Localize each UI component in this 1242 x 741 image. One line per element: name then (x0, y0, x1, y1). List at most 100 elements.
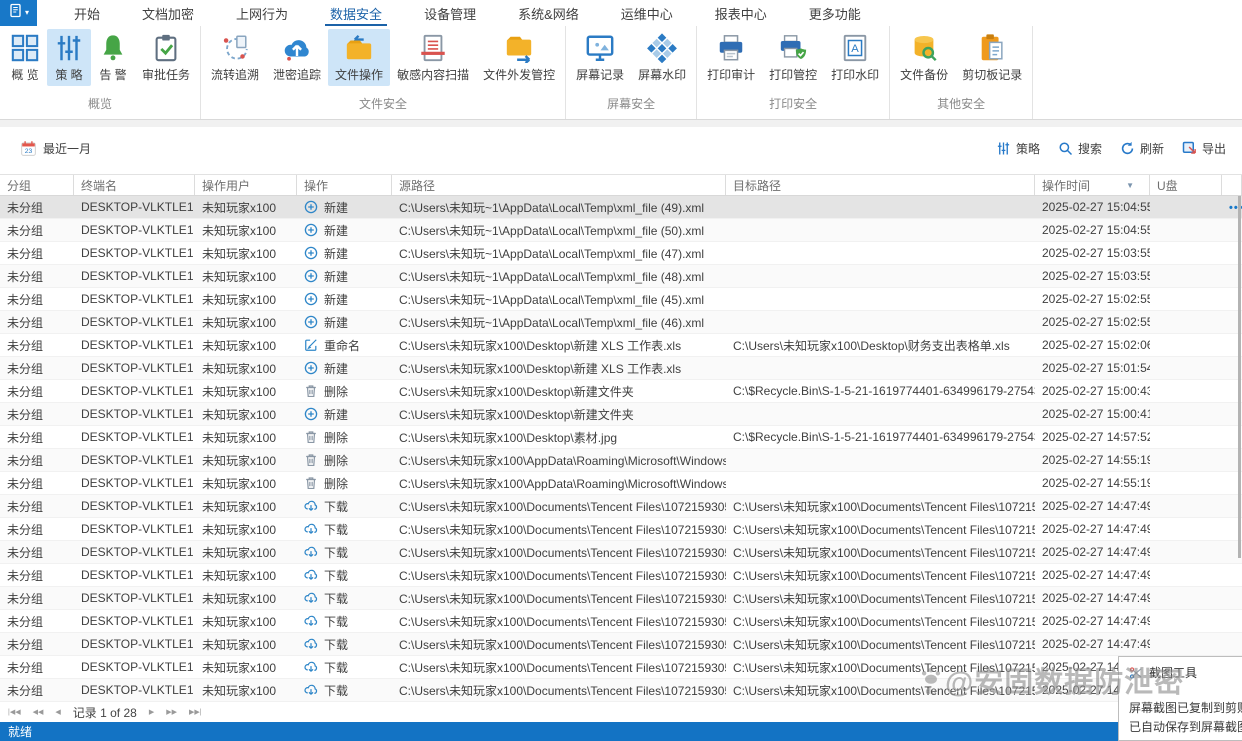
column-header-terminal[interactable]: 终端名 (74, 175, 195, 195)
ribbon: 概 览策 略告 警审批任务概览流转追溯泄密追踪文件操作敏感内容扫描文件外发管控文… (0, 26, 1242, 120)
pager-prev-0[interactable]: |◀◀ (8, 708, 21, 716)
cloud-down-icon (304, 499, 318, 513)
table-row[interactable]: 未分组DESKTOP-VLKTLE1未知玩家x100新建C:\Users\未知玩… (0, 242, 1242, 265)
vertical-scrollbar[interactable] (1238, 196, 1241, 558)
tab-1[interactable]: 文档加密 (121, 0, 215, 26)
pager-prev-1[interactable]: ◀◀ (33, 708, 44, 716)
table-row[interactable]: 未分组DESKTOP-VLKTLE1未知玩家x100新建C:\Users\未知玩… (0, 403, 1242, 426)
pager-next-1[interactable]: ▶▶ (166, 708, 177, 716)
tabs: 开始文档加密上网行为数据安全设备管理系统&网络运维中心报表中心更多功能 (53, 0, 882, 26)
column-header-time[interactable]: 操作时间▼ (1035, 175, 1150, 195)
ribbon-button-file-backup[interactable]: 文件备份 (893, 29, 955, 86)
table-row[interactable]: 未分组DESKTOP-VLKTLE1未知玩家x100删除C:\Users\未知玩… (0, 380, 1242, 403)
ribbon-button-print-control[interactable]: 打印管控 (762, 29, 824, 86)
table-row[interactable]: 未分组DESKTOP-VLKTLE1未知玩家x100删除C:\Users\未知玩… (0, 449, 1242, 472)
tab-3[interactable]: 数据安全 (309, 0, 403, 26)
table-row[interactable]: 未分组DESKTOP-VLKTLE1未知玩家x100新建C:\Users\未知玩… (0, 311, 1242, 334)
tab-7[interactable]: 报表中心 (694, 0, 788, 26)
status-text: 就绪 (8, 723, 32, 740)
toolbar-button-search[interactable]: 搜索 (1058, 140, 1102, 157)
cell-source: C:\Users\未知玩家x100\Desktop\新建 XLS 工作表.xls (392, 360, 726, 377)
cell-operation: 新建 (297, 245, 392, 262)
toolbar-button-export[interactable]: 导出 (1182, 140, 1226, 157)
column-header-usb[interactable]: U盘 (1150, 175, 1222, 195)
cell-group: 未分组 (0, 314, 74, 331)
table-row[interactable]: 未分组DESKTOP-VLKTLE1未知玩家x100新建C:\Users\未知玩… (0, 288, 1242, 311)
operation-label: 下载 (324, 544, 348, 561)
table-row[interactable]: 未分组DESKTOP-VLKTLE1未知玩家x100下载C:\Users\未知玩… (0, 587, 1242, 610)
table-row[interactable]: 未分组DESKTOP-VLKTLE1未知玩家x100删除C:\Users\未知玩… (0, 426, 1242, 449)
ribbon-button-screen-watermark[interactable]: 屏幕水印 (631, 29, 693, 86)
app-menu-button[interactable]: ▾ (0, 0, 37, 26)
ribbon-button-print-audit[interactable]: 打印审计 (700, 29, 762, 86)
ribbon-button-file-operations[interactable]: 文件操作 (328, 29, 390, 86)
table-row[interactable]: 未分组DESKTOP-VLKTLE1未知玩家x100新建C:\Users\未知玩… (0, 357, 1242, 380)
column-header-target[interactable]: 目标路径 (726, 175, 1035, 195)
pager-prev-2[interactable]: ◀ (55, 708, 60, 716)
tab-8[interactable]: 更多功能 (788, 0, 882, 26)
ribbon-button-approval-clipboard[interactable]: 审批任务 (135, 29, 197, 86)
ribbon-button-label: 打印水印 (831, 66, 879, 83)
column-header-label: 分组 (7, 177, 31, 194)
ribbon-button-label: 屏幕记录 (576, 66, 624, 83)
table-row[interactable]: 未分组DESKTOP-VLKTLE1未知玩家x100新建C:\Users\未知玩… (0, 219, 1242, 242)
plus-circle-icon (304, 269, 318, 283)
table-row[interactable]: 未分组DESKTOP-VLKTLE1未知玩家x100下载C:\Users\未知玩… (0, 564, 1242, 587)
ribbon-button-policy-sliders[interactable]: 策 略 (47, 29, 91, 86)
cell-source: C:\Users\未知玩家x100\Documents\Tencent File… (392, 659, 726, 676)
table-row[interactable]: 未分组DESKTOP-VLKTLE1未知玩家x100新建C:\Users\未知玩… (0, 196, 1242, 219)
cell-group: 未分组 (0, 268, 74, 285)
cell-operation: 新建 (297, 360, 392, 377)
ribbon-button-overview-grid[interactable]: 概 览 (3, 29, 47, 86)
table-row[interactable]: 未分组DESKTOP-VLKTLE1未知玩家x100删除C:\Users\未知玩… (0, 472, 1242, 495)
ribbon-button-screen-record[interactable]: 屏幕记录 (569, 29, 631, 86)
ribbon-button-alert-bell[interactable]: 告 警 (91, 29, 135, 86)
table-row[interactable]: 未分组DESKTOP-VLKTLE1未知玩家x100下载C:\Users\未知玩… (0, 679, 1242, 702)
ribbon-button-file-outgoing[interactable]: 文件外发管控 (476, 29, 562, 86)
cell-operation: 新建 (297, 314, 392, 331)
cell-target: C:\Users\未知玩家x100\Documents\Tencent File… (726, 659, 1035, 676)
cloud-down-icon (304, 683, 318, 697)
tab-2[interactable]: 上网行为 (215, 0, 309, 26)
ribbon-button-clipboard-record[interactable]: 剪切板记录 (955, 29, 1029, 86)
ribbon-button-print-watermark[interactable]: A打印水印 (824, 29, 886, 86)
ribbon-group-label: 其他安全 (893, 93, 1029, 119)
table-row[interactable]: 未分组DESKTOP-VLKTLE1未知玩家x100下载C:\Users\未知玩… (0, 518, 1242, 541)
table-row[interactable]: 未分组DESKTOP-VLKTLE1未知玩家x100重命名C:\Users\未知… (0, 334, 1242, 357)
date-range-filter[interactable]: 23 最近一月 (20, 140, 91, 157)
pager-next-2[interactable]: ▶▶| (189, 708, 202, 716)
snipping-tool-toast[interactable]: 截图工具 屏幕截图已复制到剪贴板 已自动保存到屏幕截图 (1118, 656, 1242, 741)
table-row[interactable]: 未分组DESKTOP-VLKTLE1未知玩家x100下载C:\Users\未知玩… (0, 656, 1242, 679)
column-header-operation[interactable]: 操作 (297, 175, 392, 195)
cell-user: 未知玩家x100 (195, 636, 297, 653)
cell-terminal: DESKTOP-VLKTLE1 (74, 269, 195, 283)
cell-operation: 新建 (297, 406, 392, 423)
tab-4[interactable]: 设备管理 (403, 0, 497, 26)
table-row[interactable]: 未分组DESKTOP-VLKTLE1未知玩家x100下载C:\Users\未知玩… (0, 541, 1242, 564)
tab-6[interactable]: 运维中心 (600, 0, 694, 26)
cell-group: 未分组 (0, 613, 74, 630)
ribbon-button-content-scan[interactable]: 敏感内容扫描 (390, 29, 476, 86)
table-row[interactable]: 未分组DESKTOP-VLKTLE1未知玩家x100下载C:\Users\未知玩… (0, 610, 1242, 633)
toolbar-button-refresh[interactable]: 刷新 (1120, 140, 1164, 157)
cell-group: 未分组 (0, 199, 74, 216)
table-row[interactable]: 未分组DESKTOP-VLKTLE1未知玩家x100新建C:\Users\未知玩… (0, 265, 1242, 288)
cell-terminal: DESKTOP-VLKTLE1 (74, 246, 195, 260)
column-header-source[interactable]: 源路径 (392, 175, 726, 195)
tab-0[interactable]: 开始 (53, 0, 121, 26)
column-header-user[interactable]: 操作用户 (195, 175, 297, 195)
toolbar-button-sliders-small[interactable]: 策略 (996, 140, 1040, 157)
column-header-group[interactable]: 分组 (0, 175, 74, 195)
column-header-actions[interactable] (1222, 175, 1242, 195)
cell-time: 2025-02-27 15:03:55 (1035, 246, 1150, 260)
plus-circle-icon (304, 246, 318, 260)
tab-5[interactable]: 系统&网络 (497, 0, 600, 26)
filter-dropdown-icon[interactable]: ▼ (1126, 181, 1134, 190)
pager-next-0[interactable]: ▶ (149, 708, 154, 716)
table-row[interactable]: 未分组DESKTOP-VLKTLE1未知玩家x100下载C:\Users\未知玩… (0, 633, 1242, 656)
cloud-down-icon (304, 545, 318, 559)
ribbon-button-flow-trace[interactable]: 流转追溯 (204, 29, 266, 86)
table-row[interactable]: 未分组DESKTOP-VLKTLE1未知玩家x100下载C:\Users\未知玩… (0, 495, 1242, 518)
ribbon-button-leak-track[interactable]: 泄密追踪 (266, 29, 328, 86)
trash-icon (304, 430, 318, 444)
